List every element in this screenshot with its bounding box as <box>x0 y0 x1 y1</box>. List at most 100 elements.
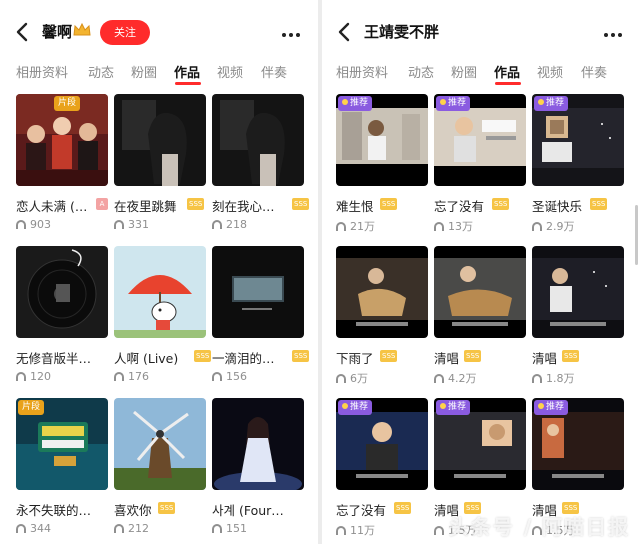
back-arrow-icon[interactable] <box>334 20 356 44</box>
tab-feed[interactable]: 动态 <box>408 62 434 81</box>
tab-feed[interactable]: 动态 <box>88 62 114 81</box>
tab-album-info[interactable]: 相册资料 <box>16 62 68 81</box>
play-count: 331 <box>114 218 149 231</box>
profile-tabs: 相册资料 动态 粉圈 作品 视频 伴奏 <box>0 56 318 90</box>
play-count-value: 212 <box>128 522 149 535</box>
play-count-value: 1.8万 <box>546 372 575 385</box>
play-count-value: 11万 <box>350 524 375 537</box>
sss-badge: SSS <box>292 198 310 210</box>
back-arrow-icon[interactable] <box>12 20 34 44</box>
headphones-icon <box>114 220 124 229</box>
sss-badge: SSS <box>194 350 212 362</box>
tab-fan-circle[interactable]: 粉圈 <box>131 62 157 81</box>
play-count-value: 331 <box>128 218 149 231</box>
tab-fan-circle[interactable]: 粉圈 <box>451 62 477 81</box>
play-count: 11万 <box>336 522 375 538</box>
sss-badge: SSS <box>394 502 412 514</box>
right-profile-panel: 王靖雯不胖 相册资料 动态 粉圈 作品 视频 伴奏 推荐 难生恨 SSS 21万… <box>322 0 640 544</box>
active-tab-underline <box>495 82 521 85</box>
headphones-icon <box>16 372 26 381</box>
sss-badge: SSS <box>590 198 608 210</box>
work-thumbnail[interactable] <box>114 398 206 490</box>
more-options-icon[interactable] <box>604 22 626 42</box>
more-options-icon[interactable] <box>282 22 304 42</box>
tab-videos[interactable]: 视频 <box>217 62 243 81</box>
recommended-tag: 推荐 <box>534 400 569 415</box>
recommended-tag-label: 推荐 <box>350 98 369 108</box>
profile-header: 王靖雯不胖 <box>322 0 640 64</box>
work-thumbnail[interactable] <box>16 246 108 338</box>
tab-accompaniment[interactable]: 伴奏 <box>581 62 607 81</box>
play-count: 176 <box>114 370 149 383</box>
profile-tabs: 相册资料 动态 粉圈 作品 视频 伴奏 <box>322 56 640 90</box>
work-title: 一滴泪的… <box>212 351 275 366</box>
headphones-icon <box>16 220 26 229</box>
work-thumbnail[interactable]: 推荐 <box>532 94 624 186</box>
work-title: 无修音版半… <box>16 351 92 366</box>
headphones-icon <box>434 526 444 535</box>
recommend-icon <box>538 403 544 409</box>
follow-button[interactable]: 关注 <box>100 20 150 45</box>
recommended-tag-label: 推荐 <box>448 402 467 412</box>
tab-album-info[interactable]: 相册资料 <box>336 62 388 81</box>
play-count: 2.9万 <box>532 218 575 234</box>
work-thumbnail[interactable]: 推荐 <box>434 94 526 186</box>
work-thumbnail[interactable] <box>434 246 526 338</box>
work-title: 恋人未满 (… <box>16 199 88 214</box>
recommend-icon <box>440 99 446 105</box>
active-tab-underline <box>175 82 201 85</box>
work-thumbnail[interactable]: 片段 <box>16 94 108 186</box>
headphones-icon <box>114 372 124 381</box>
play-count-value: 218 <box>226 218 247 231</box>
headphones-icon <box>336 526 346 535</box>
recommended-tag: 推荐 <box>338 400 373 415</box>
recommended-tag: 推荐 <box>436 96 471 111</box>
profile-title: 馨啊 <box>42 23 73 41</box>
work-title: 人啊 (Live) <box>114 351 179 366</box>
tab-works[interactable]: 作品 <box>494 62 520 81</box>
work-thumbnail[interactable]: 推荐 <box>532 398 624 490</box>
work-thumbnail[interactable]: 推荐 <box>336 398 428 490</box>
recommended-tag-label: 推荐 <box>546 402 565 412</box>
play-count-value: 2.9万 <box>546 220 575 233</box>
recommended-tag-label: 推荐 <box>448 98 467 108</box>
work-thumbnail[interactable]: 推荐 <box>434 398 526 490</box>
play-count: 151 <box>212 522 247 535</box>
play-count-value: 176 <box>128 370 149 383</box>
crown-icon <box>73 22 91 36</box>
play-count: 344 <box>16 522 51 535</box>
work-thumbnail[interactable]: 片段 <box>16 398 108 490</box>
recommended-tag: 推荐 <box>534 96 569 111</box>
work-thumbnail[interactable] <box>114 246 206 338</box>
work-thumbnail[interactable] <box>212 398 304 490</box>
tab-accompaniment[interactable]: 伴奏 <box>261 62 287 81</box>
scrollbar[interactable] <box>635 205 638 265</box>
sss-badge: SSS <box>187 198 205 210</box>
work-thumbnail[interactable] <box>212 94 304 186</box>
play-count: 156 <box>212 370 247 383</box>
work-title: 永不失联的… <box>16 503 92 518</box>
work-thumbnail[interactable] <box>212 246 304 338</box>
play-count: 212 <box>114 522 149 535</box>
profile-header: 馨啊 关注 <box>0 0 318 64</box>
work-thumbnail[interactable]: 推荐 <box>336 94 428 186</box>
recommended-tag-label: 推荐 <box>350 402 369 412</box>
work-thumbnail[interactable] <box>532 246 624 338</box>
tab-works[interactable]: 作品 <box>174 62 200 81</box>
tab-videos[interactable]: 视频 <box>537 62 563 81</box>
headphones-icon <box>434 374 444 383</box>
sss-badge: SSS <box>492 198 510 210</box>
play-count-value: 6万 <box>350 372 368 385</box>
sss-badge: SSS <box>380 198 398 210</box>
sss-badge: SSS <box>380 350 398 362</box>
headphones-icon <box>532 374 542 383</box>
work-thumbnail[interactable] <box>114 94 206 186</box>
sss-badge: SSS <box>292 350 310 362</box>
play-count: 218 <box>212 218 247 231</box>
work-title: 刻在我心… <box>212 199 275 214</box>
work-title: 难生恨 <box>336 199 374 214</box>
work-thumbnail[interactable] <box>336 246 428 338</box>
play-count-value: 21万 <box>350 220 375 233</box>
headphones-icon <box>532 222 542 231</box>
play-count-value: 4.2万 <box>448 372 477 385</box>
